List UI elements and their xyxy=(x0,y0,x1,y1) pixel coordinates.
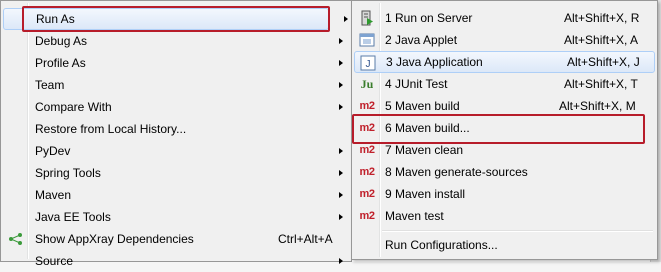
submenu-arrow-icon xyxy=(339,214,343,220)
submenu-item-maven-test[interactable]: m2 Maven test xyxy=(354,205,655,227)
menu-item-label: 6 Maven build... xyxy=(385,121,470,135)
menu-item-show-appxray[interactable]: Show AppXray Dependencies Ctrl+Alt+A xyxy=(3,228,349,250)
submenu-arrow-icon xyxy=(344,16,348,22)
menu-item-label: 3 Java Application xyxy=(386,55,483,69)
menu-item-accelerator: Alt+Shift+X, J xyxy=(567,55,640,69)
m2-icon: m2 xyxy=(359,210,375,222)
submenu-item-junit-test[interactable]: Ju 4 JUnit Test Alt+Shift+X, T xyxy=(354,73,655,95)
submenu-arrow-icon xyxy=(339,82,343,88)
menu-item-label: 1 Run on Server xyxy=(385,11,473,25)
submenu-arrow-icon xyxy=(339,148,343,154)
svg-text:J: J xyxy=(366,59,371,70)
menu-item-accelerator: Alt+Shift+X, A xyxy=(564,33,639,47)
menu-separator xyxy=(382,230,653,232)
menu-item-label: 7 Maven clean xyxy=(385,143,464,157)
menu-item-source[interactable]: Source xyxy=(3,250,349,272)
menu-item-compare-with[interactable]: Compare With xyxy=(3,96,349,118)
menu-item-label: Run As xyxy=(36,12,75,26)
menu-item-label: 8 Maven generate-sources xyxy=(385,165,528,179)
context-menu: Run As Debug As Profile As Team Compare … xyxy=(0,0,352,268)
m2-icon: m2 xyxy=(359,188,375,200)
menu-item-label: Profile As xyxy=(35,56,86,70)
junit-icon: Ju xyxy=(360,77,374,91)
menu-item-restore-local-history[interactable]: Restore from Local History... xyxy=(3,118,349,140)
menu-item-label: Show AppXray Dependencies xyxy=(35,232,194,246)
menu-item-accelerator: Ctrl+Alt+A xyxy=(278,232,333,246)
menu-item-label: Spring Tools xyxy=(35,166,101,180)
menu-item-label: Run Configurations... xyxy=(385,238,498,252)
submenu-item-maven-clean[interactable]: m2 7 Maven clean xyxy=(354,139,655,161)
submenu-arrow-icon xyxy=(339,192,343,198)
submenu-arrow-icon xyxy=(339,38,343,44)
menu-item-accelerator: Alt+Shift+X, T xyxy=(564,77,638,91)
menu-item-label: 2 Java Applet xyxy=(385,33,458,47)
menu-item-label: Compare With xyxy=(35,100,112,114)
submenu-arrow-icon xyxy=(339,104,343,110)
menu-item-label: Team xyxy=(35,78,65,92)
menu-item-maven[interactable]: Maven xyxy=(3,184,349,206)
submenu-arrow-icon xyxy=(339,170,343,176)
menu-item-accelerator: Alt+Shift+X, R xyxy=(564,11,640,25)
submenu-arrow-icon xyxy=(339,60,343,66)
menu-item-label: Maven test xyxy=(385,209,444,223)
submenu-item-maven-install[interactable]: m2 9 Maven install xyxy=(354,183,655,205)
m2-icon: m2 xyxy=(359,144,375,156)
menu-item-label: Restore from Local History... xyxy=(35,122,187,136)
submenu-item-maven-generate-sources[interactable]: m2 8 Maven generate-sources xyxy=(354,161,655,183)
appxray-dependencies-icon xyxy=(8,231,24,247)
menu-item-label: Debug As xyxy=(35,34,88,48)
menu-item-label: 9 Maven install xyxy=(385,187,466,201)
menu-item-run-as[interactable]: Run As xyxy=(3,8,348,30)
menu-item-label: Maven xyxy=(35,188,72,202)
java-app-icon: J xyxy=(360,55,376,71)
menu-item-team[interactable]: Team xyxy=(3,74,349,96)
menu-item-debug-as[interactable]: Debug As xyxy=(3,30,349,52)
menu-item-label: PyDev xyxy=(35,144,71,158)
submenu-arrow-icon xyxy=(339,258,343,264)
menu-item-label: Java EE Tools xyxy=(35,210,111,224)
menu-item-pydev[interactable]: PyDev xyxy=(3,140,349,162)
m2-icon: m2 xyxy=(359,166,375,178)
menu-item-profile-as[interactable]: Profile As xyxy=(3,52,349,74)
submenu-item-java-applet[interactable]: 2 Java Applet Alt+Shift+X, A xyxy=(354,29,655,51)
m2-icon: m2 xyxy=(359,122,375,134)
submenu-item-run-configurations[interactable]: Run Configurations... xyxy=(354,234,655,256)
menu-item-label: Source xyxy=(35,254,74,268)
menu-item-label: 4 JUnit Test xyxy=(385,77,448,91)
menu-item-spring-tools[interactable]: Spring Tools xyxy=(3,162,349,184)
submenu-item-run-on-server[interactable]: 1 Run on Server Alt+Shift+X, R xyxy=(354,7,655,29)
submenu-item-maven-build-dialog[interactable]: m2 6 Maven build... xyxy=(354,117,655,139)
submenu-item-maven-build[interactable]: m2 5 Maven build Alt+Shift+X, M xyxy=(354,95,655,117)
server-icon xyxy=(359,10,375,26)
submenu-item-java-application[interactable]: J 3 Java Application Alt+Shift+X, J xyxy=(354,51,655,73)
applet-icon xyxy=(359,32,375,48)
run-as-submenu: 1 Run on Server Alt+Shift+X, R 2 Java Ap… xyxy=(351,0,658,260)
menu-item-accelerator: Alt+Shift+X, M xyxy=(559,99,636,113)
menu-item-java-ee-tools[interactable]: Java EE Tools xyxy=(3,206,349,228)
menu-item-label: 5 Maven build xyxy=(385,99,460,113)
m2-icon: m2 xyxy=(359,100,375,112)
